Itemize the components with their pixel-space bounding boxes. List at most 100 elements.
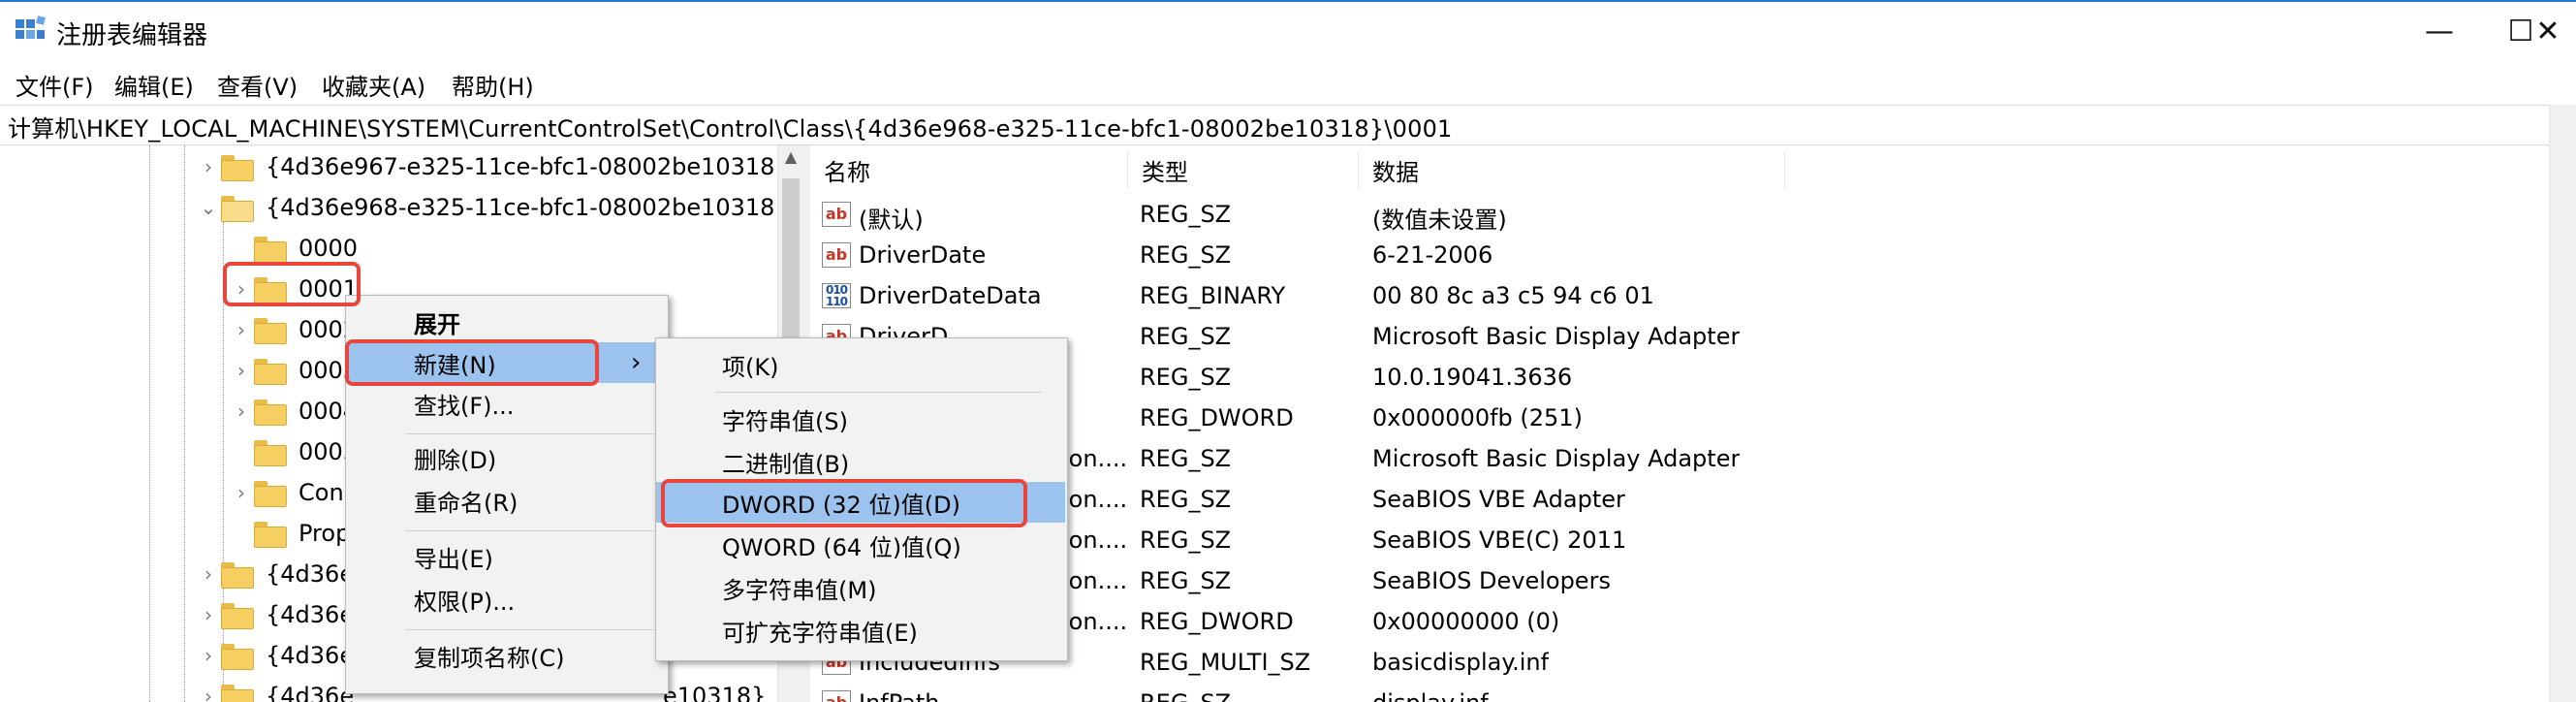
scroll-up-icon[interactable]: ▲ <box>779 147 802 175</box>
folder-icon <box>254 480 287 507</box>
folder-icon <box>221 154 254 181</box>
value-row[interactable]: ion.... REG_SZ SeaBIOS VBE(C) 2011 <box>810 520 2549 560</box>
folder-icon <box>254 236 287 263</box>
folder-icon <box>254 521 287 548</box>
submenu-item-string-value[interactable]: 字符串值(S) <box>656 399 848 439</box>
value-row[interactable]: ion.... REG_SZ Microsoft Basic Display A… <box>810 438 2549 479</box>
menu-separator <box>716 392 1042 393</box>
tree-node-label: {4d36e968-e325-11ce-bfc1-08002be10318} <box>266 194 790 221</box>
binary-value-icon: 010 110 <box>822 283 851 308</box>
menu-item-rename[interactable]: 重命名(R) <box>346 480 518 521</box>
value-row[interactable]: ab IncludedInfs REG_MULTI_SZ basicdispla… <box>810 642 2549 683</box>
value-data: SeaBIOS VBE(C) 2011 <box>1372 526 1627 554</box>
value-data: 10.0.19041.3636 <box>1372 364 1573 391</box>
value-row[interactable]: ab InfPath REG_SZ display.inf <box>810 683 2549 702</box>
value-type: REG_SZ <box>1140 567 1232 594</box>
values-list-pane[interactable]: 名称 类型 数据 ab (默认) REG_SZ (数值未设置) ab Drive… <box>810 145 2549 702</box>
value-row[interactable]: ab DriverD REG_SZ Microsoft Basic Displa… <box>810 316 2549 357</box>
submenu-item-key[interactable]: 项(K) <box>656 344 778 385</box>
value-row[interactable]: ion.... REG_SZ SeaBIOS VBE Adapter <box>810 479 2549 520</box>
column-header-name[interactable]: 名称 <box>810 151 1128 188</box>
submenu-item-expandable-string-value[interactable]: 可扩充字符串值(E) <box>656 610 918 651</box>
chevron-right-icon[interactable]: › <box>196 685 221 702</box>
menu-view[interactable]: 查看(V) <box>213 68 301 102</box>
value-row[interactable]: ion.... REG_DWORD 0x00000000 (0) <box>810 601 2549 642</box>
value-type: REG_DWORD <box>1140 608 1294 635</box>
tree-node-expanded[interactable]: ⌄ {4d36e968-e325-11ce-bfc1-08002be10318} <box>196 188 790 227</box>
tree-node[interactable]: › {4d36e <box>196 555 354 593</box>
tree-node-label: {4d36e <box>266 560 355 588</box>
menu-help[interactable]: 帮助(H) <box>448 68 538 102</box>
value-row[interactable]: REG_DWORD 0x000000fb (251) <box>810 398 2549 438</box>
chevron-right-icon[interactable]: › <box>196 562 221 586</box>
menu-item-permissions[interactable]: 权限(P)... <box>346 579 515 620</box>
value-type: REG_SZ <box>1140 445 1232 472</box>
tree-node-label: Con <box>298 479 344 506</box>
menu-edit[interactable]: 编辑(E) <box>110 68 198 102</box>
column-header-data[interactable]: 数据 <box>1359 151 1785 188</box>
tree-node[interactable]: › Con <box>229 473 344 512</box>
menu-item-expand[interactable]: 展开 <box>346 302 460 342</box>
close-button[interactable]: ✕ <box>2520 0 2576 62</box>
submenu-item-qword-value[interactable]: QWORD (64 位)值(Q) <box>656 525 961 565</box>
value-type: REG_SZ <box>1140 526 1232 554</box>
value-row[interactable]: ion.... REG_SZ SeaBIOS Developers <box>810 560 2549 601</box>
value-data: (数值未设置) <box>1372 207 1507 234</box>
string-value-icon: ab <box>822 242 851 268</box>
annotation-box-dword <box>661 479 1027 527</box>
value-type: REG_MULTI_SZ <box>1140 649 1311 676</box>
tree-node[interactable]: › {4d36e967-e325-11ce-bfc1-08002be10318} <box>196 147 790 186</box>
folder-icon <box>254 358 287 385</box>
chevron-right-icon[interactable]: › <box>229 399 254 423</box>
menu-separator <box>406 433 654 434</box>
folder-icon <box>221 643 254 670</box>
chevron-right-icon[interactable]: › <box>196 603 221 626</box>
menu-item-find[interactable]: 查找(F)... <box>346 383 514 424</box>
value-row[interactable]: ab DriverDate REG_SZ 6-21-2006 <box>810 235 2549 275</box>
tree-node[interactable]: 0005 <box>229 432 358 471</box>
address-path[interactable]: 计算机\HKEY_LOCAL_MACHINE\SYSTEM\CurrentCon… <box>8 110 1453 144</box>
tree-node[interactable]: › {4d36e <box>196 677 354 702</box>
chevron-right-icon[interactable]: › <box>229 359 254 382</box>
submenu-item-multi-string-value[interactable]: 多字符串值(M) <box>656 567 876 608</box>
menu-item-export[interactable]: 导出(E) <box>346 536 493 577</box>
value-data: display.inf <box>1372 689 1489 702</box>
menu-favorites[interactable]: 收藏夹(A) <box>318 68 429 102</box>
menu-file[interactable]: 文件(F) <box>12 68 98 102</box>
tree-node-label: {4d36e <box>266 601 355 628</box>
value-data: SeaBIOS Developers <box>1372 567 1611 594</box>
tree-guide-line <box>184 145 185 702</box>
tree-node[interactable]: Prop <box>229 514 350 553</box>
tree-node[interactable]: › 0002 <box>229 310 358 349</box>
column-header-type[interactable]: 类型 <box>1128 151 1359 188</box>
value-name: ion.... <box>1062 608 1128 635</box>
tree-node[interactable]: › {4d36e <box>196 595 354 634</box>
tree-node[interactable]: › 0004 <box>229 392 358 431</box>
value-data: SeaBIOS VBE Adapter <box>1372 486 1625 513</box>
chevron-right-icon[interactable]: › <box>229 318 254 341</box>
tree-node[interactable]: › {4d36e <box>196 636 354 675</box>
value-type: REG_SZ <box>1140 201 1232 228</box>
chevron-right-icon[interactable]: › <box>196 155 221 178</box>
tree-node[interactable]: › 0003 <box>229 351 358 390</box>
tree-node-label: {4d36e967-e325-11ce-bfc1-08002be10318} <box>266 153 790 180</box>
submenu-item-binary-value[interactable]: 二进制值(B) <box>656 441 849 482</box>
folder-icon <box>254 439 287 466</box>
annotation-box-new <box>345 339 599 386</box>
value-data: 0x000000fb (251) <box>1372 404 1583 431</box>
value-row[interactable]: REG_SZ 10.0.19041.3636 <box>810 357 2549 398</box>
chevron-right-icon[interactable]: › <box>196 644 221 667</box>
regedit-app-icon <box>14 16 47 45</box>
menu-item-delete[interactable]: 删除(D) <box>346 437 496 478</box>
value-row[interactable]: ab (默认) REG_SZ (数值未设置) <box>810 194 2549 235</box>
chevron-right-icon[interactable]: › <box>229 481 254 504</box>
value-data: 00 80 8c a3 c5 94 c6 01 <box>1372 282 1654 309</box>
value-type: REG_SZ <box>1140 689 1231 702</box>
menu-item-copy-key-name[interactable]: 复制项名称(C) <box>346 635 564 676</box>
value-data: Microsoft Basic Display Adapter <box>1372 323 1741 350</box>
value-row[interactable]: 010 110 DriverDateData REG_BINARY 00 80 8… <box>810 275 2549 316</box>
window-scrollbar[interactable] <box>2549 105 2576 702</box>
folder-icon <box>221 602 254 629</box>
folder-icon <box>254 399 287 426</box>
chevron-down-icon[interactable]: ⌄ <box>196 196 221 219</box>
